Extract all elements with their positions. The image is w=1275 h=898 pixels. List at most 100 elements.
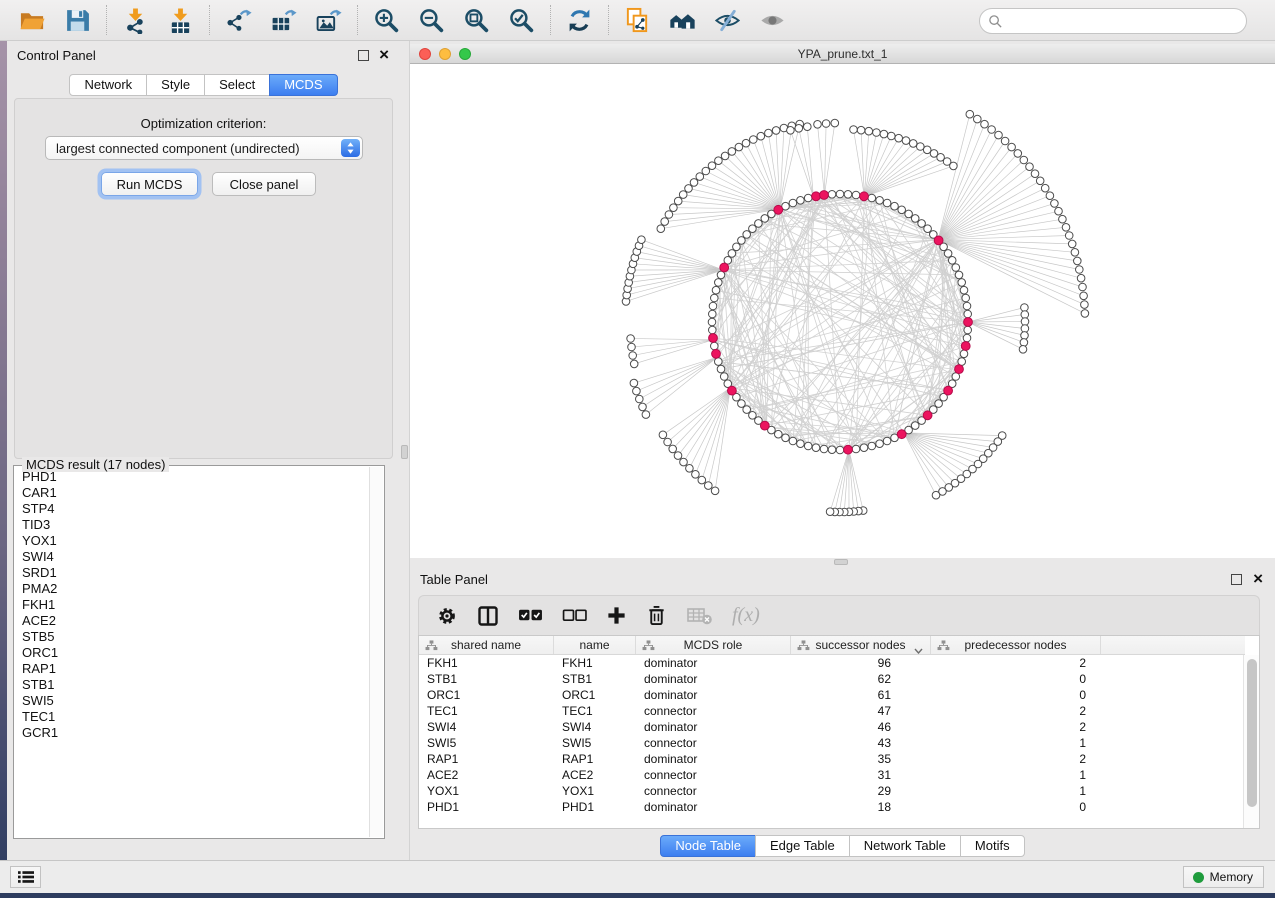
zoom-fit-icon[interactable] bbox=[462, 6, 491, 35]
table-cell: STB1 bbox=[419, 671, 554, 687]
mcds-result-item[interactable]: YOX1 bbox=[15, 533, 369, 549]
criterion-dropdown[interactable]: largest connected component (undirected) bbox=[45, 136, 363, 160]
mcds-result-item[interactable]: TEC1 bbox=[15, 709, 369, 725]
search-box[interactable] bbox=[979, 8, 1247, 34]
show-panels-button[interactable] bbox=[10, 866, 41, 888]
network-canvas[interactable] bbox=[410, 64, 1275, 558]
tab-style[interactable]: Style bbox=[146, 74, 205, 96]
table-row[interactable]: RAP1RAP1dominator352 bbox=[419, 751, 1245, 767]
column-header-MCDS-role[interactable]: MCDS role bbox=[636, 636, 791, 654]
tab-edge-table[interactable]: Edge Table bbox=[755, 835, 850, 857]
table-cell: 35 bbox=[791, 751, 931, 767]
table-cell: 0 bbox=[931, 687, 1101, 703]
columns-icon[interactable] bbox=[477, 604, 499, 628]
mcds-result-item[interactable]: ORC1 bbox=[15, 645, 369, 661]
import-table-icon[interactable] bbox=[166, 6, 195, 35]
vertical-splitter-grip[interactable] bbox=[401, 445, 408, 459]
tab-node-table[interactable]: Node Table bbox=[660, 835, 756, 857]
export-table-icon[interactable] bbox=[269, 6, 298, 35]
show-all-icon[interactable] bbox=[758, 6, 787, 35]
mcds-result-item[interactable]: FKH1 bbox=[15, 597, 369, 613]
table-row[interactable]: SWI4SWI4dominator462 bbox=[419, 719, 1245, 735]
mcds-result-item[interactable]: PHD1 bbox=[15, 469, 369, 485]
column-header-name[interactable]: name bbox=[554, 636, 636, 654]
maximize-window-icon[interactable] bbox=[459, 48, 471, 60]
network-window-titlebar: YPA_prune.txt_1 bbox=[410, 44, 1275, 64]
mcds-result-list[interactable]: PHD1CAR1STP4TID3YOX1SWI4SRD1PMA2FKH1ACE2… bbox=[15, 469, 369, 837]
table-cell: TEC1 bbox=[419, 703, 554, 719]
column-header-predecessor-nodes[interactable]: predecessor nodes bbox=[931, 636, 1101, 654]
table-cell: 0 bbox=[931, 799, 1101, 815]
delete-icon[interactable] bbox=[646, 604, 667, 628]
table-cell: SWI5 bbox=[419, 735, 554, 751]
save-icon[interactable] bbox=[63, 6, 92, 35]
mcds-result-item[interactable]: PMA2 bbox=[15, 581, 369, 597]
mcds-result-item[interactable]: SRD1 bbox=[15, 565, 369, 581]
table-row[interactable]: ORC1ORC1dominator610 bbox=[419, 687, 1245, 703]
mcds-result-item[interactable]: SWI5 bbox=[15, 693, 369, 709]
hide-selected-icon[interactable] bbox=[713, 6, 742, 35]
import-network-icon[interactable] bbox=[121, 6, 150, 35]
optimization-criterion-label: Optimization criterion: bbox=[15, 116, 392, 131]
zoom-out-icon[interactable] bbox=[417, 6, 446, 35]
first-neighbors-icon[interactable] bbox=[668, 6, 697, 35]
memory-label: Memory bbox=[1210, 870, 1253, 884]
select-all-icon[interactable] bbox=[518, 604, 543, 628]
function-icon: f(x) bbox=[732, 604, 760, 628]
mcds-result-item[interactable]: GCR1 bbox=[15, 725, 369, 741]
clone-network-icon[interactable] bbox=[623, 6, 652, 35]
mcds-result-item[interactable]: STP4 bbox=[15, 501, 369, 517]
toolbar-button-groups bbox=[4, 5, 801, 35]
add-icon[interactable] bbox=[606, 604, 627, 628]
table-row[interactable]: ACE2ACE2connector311 bbox=[419, 767, 1245, 783]
close-panel-button[interactable]: Close panel bbox=[212, 172, 316, 196]
deselect-all-icon[interactable] bbox=[562, 604, 587, 628]
vertical-splitter[interactable] bbox=[400, 41, 410, 860]
mcds-result-item[interactable]: RAP1 bbox=[15, 661, 369, 677]
tab-mcds[interactable]: MCDS bbox=[269, 74, 337, 96]
table-row[interactable]: STB1STB1dominator620 bbox=[419, 671, 1245, 687]
table-row[interactable]: PHD1PHD1dominator180 bbox=[419, 799, 1245, 815]
mcds-result-item[interactable]: CAR1 bbox=[15, 485, 369, 501]
table-row[interactable]: FKH1FKH1dominator962 bbox=[419, 655, 1245, 671]
mcds-result-item[interactable]: STB5 bbox=[15, 629, 369, 645]
refresh-icon[interactable] bbox=[565, 6, 594, 35]
table-row[interactable]: YOX1YOX1connector291 bbox=[419, 783, 1245, 799]
table-scrollbar-thumb[interactable] bbox=[1247, 659, 1257, 807]
export-network-icon[interactable] bbox=[224, 6, 253, 35]
mcds-result-item[interactable]: STB1 bbox=[15, 677, 369, 693]
mcds-result-item[interactable]: TID3 bbox=[15, 517, 369, 533]
open-icon[interactable] bbox=[18, 6, 47, 35]
close-window-icon[interactable] bbox=[419, 48, 431, 60]
tab-network[interactable]: Network bbox=[69, 74, 147, 96]
tab-motifs[interactable]: Motifs bbox=[960, 835, 1025, 857]
tab-network-table[interactable]: Network Table bbox=[849, 835, 961, 857]
minimize-window-icon[interactable] bbox=[439, 48, 451, 60]
float-window-icon[interactable] bbox=[358, 50, 369, 61]
mcds-result-scrollbar[interactable] bbox=[369, 467, 383, 837]
table-cell: 2 bbox=[931, 655, 1101, 671]
zoom-selected-icon[interactable] bbox=[507, 6, 536, 35]
table-cell: dominator bbox=[636, 719, 791, 735]
float-table-panel-icon[interactable] bbox=[1231, 574, 1242, 585]
hierarchy-icon bbox=[797, 640, 810, 654]
node-table: shared namenameMCDS rolesuccessor nodesp… bbox=[418, 635, 1260, 829]
table-row[interactable]: TEC1TEC1connector472 bbox=[419, 703, 1245, 719]
close-panel-icon[interactable]: × bbox=[379, 45, 389, 65]
export-image-icon[interactable] bbox=[314, 6, 343, 35]
table-row[interactable]: SWI5SWI5connector431 bbox=[419, 735, 1245, 751]
column-header-shared-name[interactable]: shared name bbox=[419, 636, 554, 654]
search-input[interactable] bbox=[1008, 14, 1238, 29]
settings-icon[interactable] bbox=[436, 604, 458, 628]
network-graph[interactable] bbox=[410, 64, 1275, 558]
table-scrollbar[interactable] bbox=[1243, 655, 1259, 828]
run-mcds-button[interactable]: Run MCDS bbox=[101, 172, 198, 196]
memory-button[interactable]: Memory bbox=[1183, 866, 1264, 888]
graph-nodes[interactable] bbox=[622, 110, 1088, 515]
mcds-result-item[interactable]: SWI4 bbox=[15, 549, 369, 565]
mcds-result-item[interactable]: ACE2 bbox=[15, 613, 369, 629]
tab-select[interactable]: Select bbox=[204, 74, 270, 96]
column-header-successor-nodes[interactable]: successor nodes bbox=[791, 636, 931, 654]
zoom-in-icon[interactable] bbox=[372, 6, 401, 35]
close-table-panel-icon[interactable]: × bbox=[1253, 569, 1263, 589]
